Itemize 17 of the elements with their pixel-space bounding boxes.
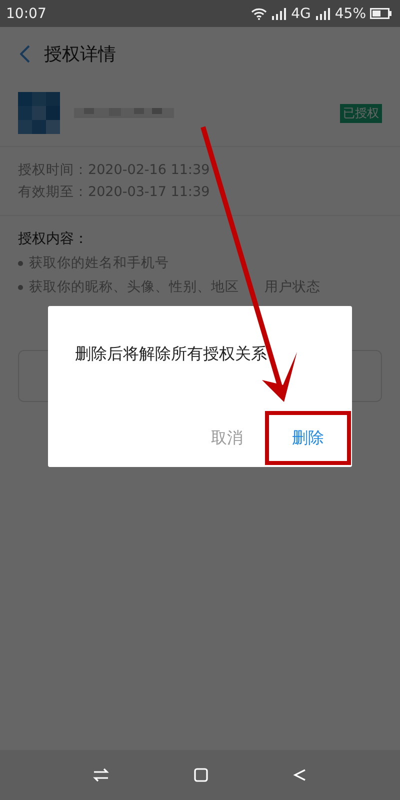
battery-icon: [370, 8, 392, 19]
section-heading: 授权内容：: [18, 230, 89, 248]
square-icon[interactable]: [194, 768, 208, 782]
bullet-icon: [18, 284, 23, 290]
signal-icon: [314, 8, 331, 20]
wifi-icon: [251, 8, 268, 20]
status-badge: 已授权: [340, 104, 382, 122]
network-type: 4G: [291, 6, 311, 22]
cancel-button[interactable]: 取消: [189, 411, 265, 465]
signal-icon: [271, 8, 288, 20]
bullet-icon: [18, 260, 23, 266]
page-title: 授权详情: [44, 42, 116, 66]
battery-percent: 45%: [334, 6, 366, 22]
swap-icon[interactable]: [92, 768, 109, 782]
clock: 10:07: [6, 6, 46, 22]
dialog-message: 删除后将解除所有授权关系: [75, 344, 267, 365]
delete-button[interactable]: 删除: [265, 411, 351, 465]
